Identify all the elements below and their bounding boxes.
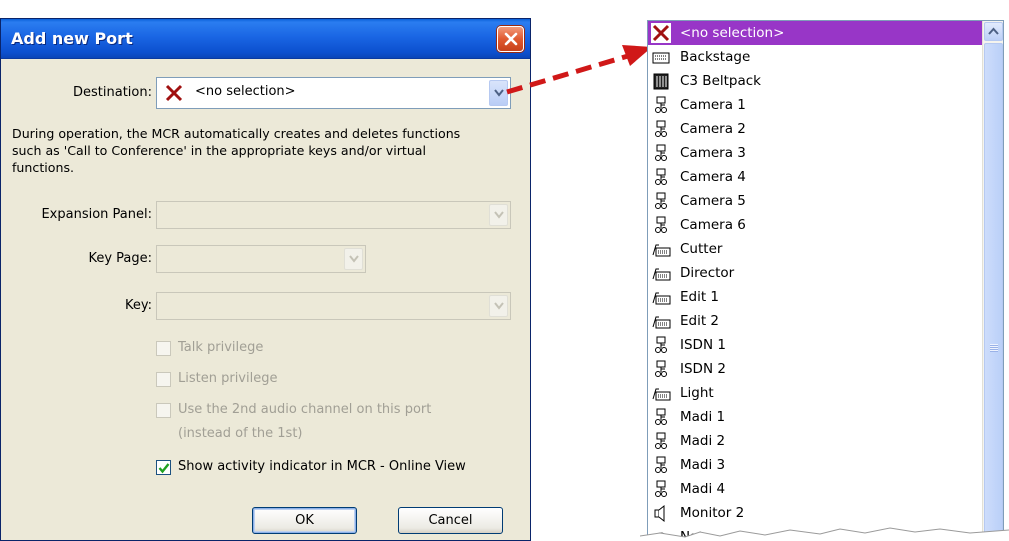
torn-edge (640, 527, 1009, 541)
list-scrollbar[interactable] (982, 21, 1003, 540)
list-item-label: ISDN 1 (680, 337, 726, 353)
list-item[interactable]: C3 Beltpack (648, 69, 982, 93)
camera-headset-icon (651, 335, 671, 355)
list-item-label: Light (680, 385, 714, 401)
grip-icon (990, 344, 998, 352)
chevron-up-icon (988, 27, 999, 35)
list-item-label: <no selection> (680, 25, 785, 41)
panel-icon (651, 47, 671, 67)
list-item[interactable]: Camera 3 (648, 141, 982, 165)
list-item-label: ISDN 2 (680, 361, 726, 377)
list-item-label: Camera 3 (680, 145, 746, 161)
camera-headset-icon (651, 359, 671, 379)
list-item-label: Backstage (680, 49, 751, 65)
camera-headset-icon (651, 191, 671, 211)
list-item[interactable]: Cutter (648, 237, 982, 261)
list-item-label: Madi 2 (680, 433, 726, 449)
list-item[interactable]: Backstage (648, 45, 982, 69)
camera-headset-icon (651, 215, 671, 235)
list-item-label: Director (680, 265, 735, 281)
list-item-label: Madi 4 (680, 481, 726, 497)
list-item-label: Camera 1 (680, 97, 746, 113)
list-item-label: Camera 4 (680, 169, 746, 185)
list-item[interactable]: Madi 4 (648, 477, 982, 501)
list-item[interactable]: ISDN 1 (648, 333, 982, 357)
scroll-up-button[interactable] (984, 22, 1003, 41)
camera-headset-icon (651, 95, 671, 115)
list-item-label: Madi 3 (680, 457, 726, 473)
camera-headset-icon (651, 143, 671, 163)
camera-headset-icon (651, 431, 671, 451)
camera-headset-icon (651, 407, 671, 427)
list-item[interactable]: Camera 6 (648, 213, 982, 237)
list-item[interactable]: Camera 4 (648, 165, 982, 189)
list-item[interactable]: ISDN 2 (648, 357, 982, 381)
list-item[interactable]: <no selection> (648, 21, 982, 45)
desk-panel-icon (651, 287, 671, 307)
list-item[interactable]: Light (648, 381, 982, 405)
camera-headset-icon (651, 167, 671, 187)
desk-panel-icon (651, 263, 671, 283)
list-item-label: Edit 2 (680, 313, 720, 329)
list-item[interactable]: Madi 1 (648, 405, 982, 429)
list-item[interactable]: Camera 2 (648, 117, 982, 141)
list-item[interactable]: Monitor 2 (648, 501, 982, 525)
list-item-label: Camera 6 (680, 217, 746, 233)
list-item[interactable]: Director (648, 261, 982, 285)
list-item-label: Cutter (680, 241, 723, 257)
x-icon (651, 23, 671, 43)
list-item[interactable]: Madi 2 (648, 429, 982, 453)
list-item[interactable]: Camera 1 (648, 93, 982, 117)
list-item-label: C3 Beltpack (680, 73, 761, 89)
speaker-icon (651, 503, 671, 523)
camera-headset-icon (651, 119, 671, 139)
list-item[interactable]: Camera 5 (648, 189, 982, 213)
scroll-thumb[interactable] (984, 43, 1003, 540)
list-item-label: Monitor 2 (680, 505, 745, 521)
desk-panel-icon (651, 311, 671, 331)
list-item-label: Camera 2 (680, 121, 746, 137)
beltpack-icon (651, 71, 671, 91)
list-item-label: Madi 1 (680, 409, 726, 425)
desk-panel-icon (651, 383, 671, 403)
list-item-label: Edit 1 (680, 289, 720, 305)
camera-headset-icon (651, 479, 671, 499)
list-item[interactable]: Edit 1 (648, 285, 982, 309)
list-item[interactable]: Madi 3 (648, 453, 982, 477)
list-item-label: Camera 5 (680, 193, 746, 209)
destination-dropdown-list[interactable]: NateMonitor 2Madi 4Madi 3Madi 2Madi 1Lig… (647, 20, 1004, 541)
desk-panel-icon (651, 239, 671, 259)
camera-headset-icon (651, 455, 671, 475)
list-item[interactable]: Edit 2 (648, 309, 982, 333)
